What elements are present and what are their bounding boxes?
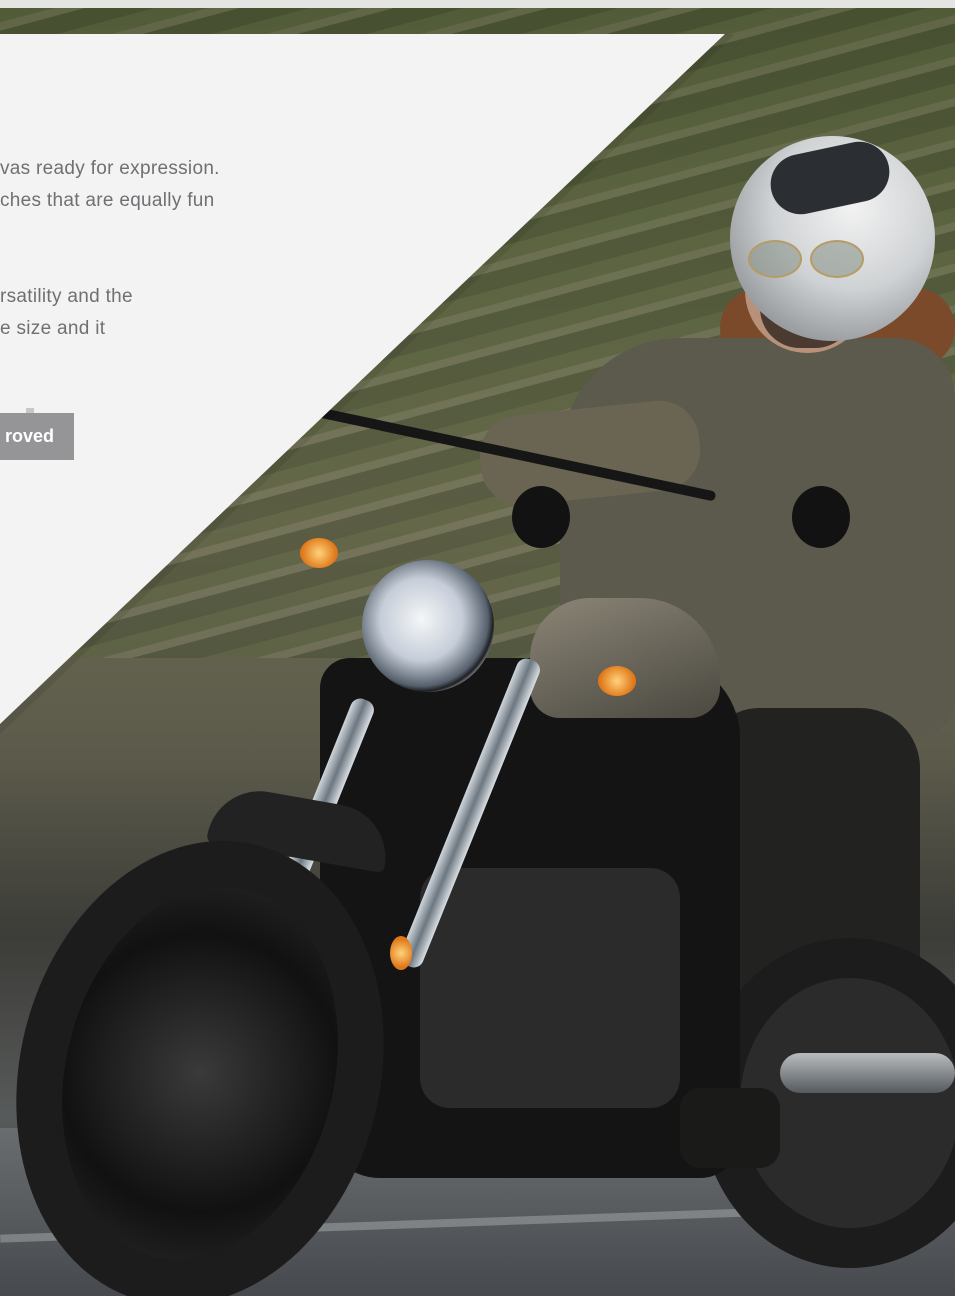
turn-signal-front-right	[598, 666, 636, 696]
paragraph-line: rsatility and the	[0, 286, 133, 307]
headlight	[362, 560, 494, 692]
body-paragraph-2: rsatility and the e size and it	[0, 281, 133, 345]
paragraph-line: ches that are equally fun	[0, 190, 215, 211]
paragraph-line: vas ready for expression.	[0, 158, 220, 179]
turn-signal-front-left	[300, 538, 338, 568]
turn-signal-lower	[390, 936, 412, 970]
rider-boot	[680, 1088, 780, 1168]
paragraph-line: e size and it	[0, 318, 106, 339]
motorcycle-engine	[420, 868, 680, 1108]
right-mirror	[792, 486, 850, 548]
fuel-tank	[530, 598, 720, 718]
body-paragraph-1: vas ready for expression. ches that are …	[0, 153, 220, 217]
rider-sunglasses	[748, 240, 866, 278]
approved-button[interactable]: roved	[0, 413, 74, 460]
exhaust-pipe	[780, 1053, 955, 1093]
left-mirror	[512, 486, 570, 548]
